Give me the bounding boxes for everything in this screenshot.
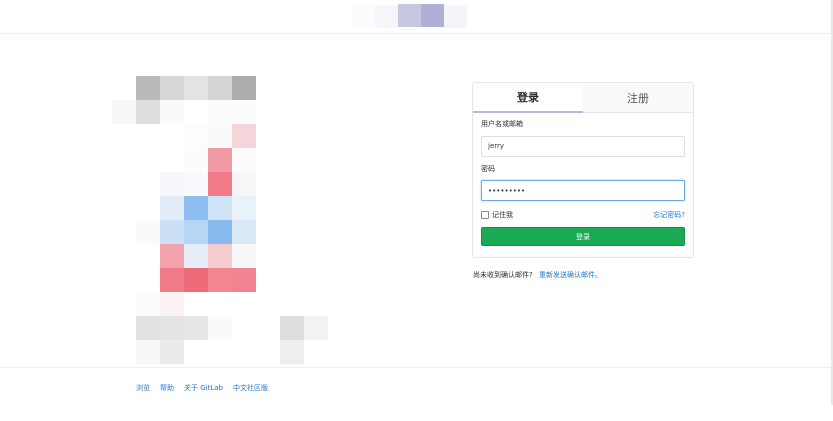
remember-checkbox[interactable] (481, 211, 489, 219)
footer-link-about[interactable]: 关于 GitLab (184, 383, 223, 393)
tab-register[interactable]: 注册 (583, 83, 693, 113)
footer-link-help[interactable]: 帮助 (160, 383, 174, 393)
remember-me[interactable]: 记住我 (481, 210, 513, 220)
top-bar (0, 0, 833, 34)
sign-in-page: 登录 注册 用户名或邮箱 密码 记住我 忘记密码? 登录 尚未收到确认邮件? 重… (0, 0, 833, 421)
login-panel: 登录 注册 用户名或邮箱 密码 记住我 忘记密码? 登录 (472, 82, 694, 258)
sign-in-button[interactable]: 登录 (481, 227, 685, 246)
username-input[interactable] (481, 135, 685, 157)
password-input[interactable] (481, 180, 685, 201)
confirmation-text: 尚未收到确认邮件? (473, 271, 533, 279)
username-label: 用户名或邮箱 (481, 120, 523, 128)
forgot-password-link[interactable]: 忘记密码? (653, 210, 685, 220)
footer-links: 浏览 帮助 关于 GitLab 中文社区版 (136, 383, 268, 393)
resend-confirmation-link[interactable]: 重新发送确认邮件。 (539, 271, 602, 279)
remember-label: 记住我 (492, 211, 513, 219)
login-form: 用户名或邮箱 密码 记住我 忘记密码? 登录 (473, 113, 693, 246)
confirmation-prompt: 尚未收到确认邮件? 重新发送确认邮件。 (473, 270, 602, 280)
brand-logo (352, 4, 472, 28)
auth-tabs: 登录 注册 (473, 83, 693, 113)
hero-illustration (112, 73, 332, 364)
password-label: 密码 (481, 164, 495, 173)
footer-divider (0, 367, 833, 368)
tab-login[interactable]: 登录 (473, 83, 583, 113)
footer-link-community[interactable]: 中文社区版 (233, 383, 268, 393)
footer-link-explore[interactable]: 浏览 (136, 383, 150, 393)
remember-row: 记住我 忘记密码? (481, 210, 685, 220)
